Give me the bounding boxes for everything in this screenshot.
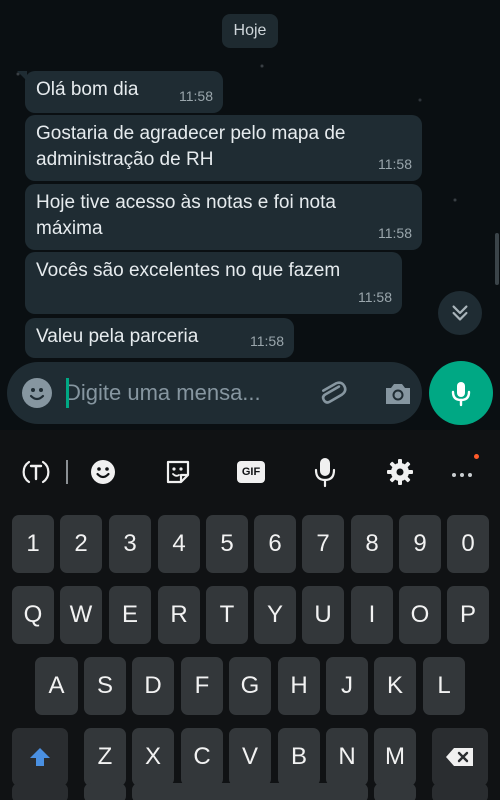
gif-button[interactable]: GIF (233, 454, 269, 490)
microphone-icon (314, 458, 336, 488)
key-5[interactable]: 5 (206, 515, 248, 573)
message-bubble[interactable]: Gostaria de agradecer pelo mapa de admin… (25, 115, 422, 181)
message-bubble[interactable]: Hoje tive acesso às notas e foi nota máx… (25, 184, 422, 250)
text-cursor (66, 378, 69, 408)
key-v[interactable]: V (229, 728, 271, 786)
key-a[interactable]: A (35, 657, 78, 715)
message-text-line: Hoje tive acesso às notas e foi nota (36, 192, 336, 213)
key-f[interactable]: F (181, 657, 223, 715)
key-8[interactable]: 8 (351, 515, 393, 573)
key-z[interactable]: Z (84, 728, 126, 786)
date-label: Hoje (233, 22, 267, 39)
key-x[interactable]: X (132, 728, 174, 786)
key-p[interactable]: P (447, 586, 489, 644)
message-text-line: Gostaria de agradecer pelo mapa de (36, 123, 346, 144)
message-time: 11:58 (378, 225, 412, 241)
toolbar-divider (66, 460, 68, 484)
key-l[interactable]: L (423, 657, 465, 715)
message-time: 11:58 (250, 333, 284, 349)
emoji-button[interactable] (22, 378, 52, 408)
chat-scrollbar[interactable] (495, 233, 499, 285)
key-r[interactable]: R (158, 586, 200, 644)
date-separator: Hoje (222, 14, 278, 48)
key-s[interactable]: S (84, 657, 126, 715)
emoji-keyboard-button[interactable] (85, 454, 121, 490)
key-e[interactable]: E (109, 586, 151, 644)
key-n[interactable]: N (326, 728, 368, 786)
message-text-line: administração de RH (36, 149, 214, 170)
message-time: 11:58 (378, 156, 412, 172)
message-text: Valeu pela parceria (36, 326, 199, 347)
key-w[interactable]: W (60, 586, 102, 644)
camera-icon (386, 384, 410, 404)
enter-key[interactable] (432, 783, 488, 800)
key-k[interactable]: K (374, 657, 416, 715)
key-y[interactable]: Y (254, 586, 296, 644)
key-g[interactable]: G (229, 657, 271, 715)
voice-message-button[interactable] (429, 361, 493, 425)
symbols-key[interactable] (12, 783, 68, 800)
shift-key[interactable] (12, 728, 68, 786)
message-bubble[interactable]: Olá bom dia 11:58 (17, 71, 223, 113)
message-text: Vocês são excelentes no que fazem (36, 260, 341, 281)
key-m[interactable]: M (374, 728, 416, 786)
sticker-icon (166, 460, 190, 484)
microphone-icon (451, 382, 471, 407)
gif-label: GIF (241, 466, 261, 478)
shift-arrow-icon (30, 748, 50, 766)
message-time: 11:58 (179, 88, 213, 104)
gear-icon (387, 459, 413, 485)
key-q[interactable]: Q (12, 586, 54, 644)
key-t[interactable]: T (206, 586, 248, 644)
keyboard-settings-button[interactable] (382, 454, 418, 490)
key-j[interactable]: J (326, 657, 368, 715)
key-3[interactable]: 3 (109, 515, 151, 573)
paperclip-icon (321, 381, 347, 404)
message-bubble[interactable]: Vocês são excelentes no que fazem 11:58 (25, 252, 402, 314)
scroll-to-bottom-button[interactable] (438, 291, 482, 335)
sticker-button[interactable] (160, 454, 196, 490)
more-options-button[interactable] (444, 454, 480, 490)
comma-key[interactable] (84, 783, 126, 800)
translate-icon (22, 460, 50, 484)
key-h[interactable]: H (278, 657, 320, 715)
keyboard-toolbar: GIF (0, 430, 500, 512)
double-chevron-down-icon (452, 305, 468, 321)
key-i[interactable]: I (351, 586, 393, 644)
key-4[interactable]: 4 (158, 515, 200, 573)
key-d[interactable]: D (132, 657, 174, 715)
key-b[interactable]: B (278, 728, 320, 786)
backspace-icon (446, 748, 473, 766)
space-key[interactable] (132, 783, 368, 800)
keyboard: G I F 1 2 3 4 5 6 7 8 9 0 Q W E R T Y U I … (0, 430, 500, 800)
camera-button[interactable] (381, 377, 415, 411)
period-key[interactable] (374, 783, 416, 800)
key-7[interactable]: 7 (302, 515, 344, 573)
message-input-placeholder: Digite uma mensa... (65, 380, 261, 405)
notification-dot (474, 454, 479, 459)
key-o[interactable]: O (399, 586, 441, 644)
key-2[interactable]: 2 (60, 515, 102, 573)
more-icon (452, 473, 472, 477)
message-text-line: máxima (36, 218, 103, 239)
message-input[interactable]: Digite uma mensa... (65, 376, 305, 410)
message-composer: Digite uma mensa... (7, 362, 422, 424)
key-c[interactable]: C (181, 728, 223, 786)
key-6[interactable]: 6 (254, 515, 296, 573)
key-0[interactable]: 0 (447, 515, 489, 573)
emoji-icon (29, 388, 45, 401)
key-9[interactable]: 9 (399, 515, 441, 573)
attach-button[interactable] (315, 376, 349, 410)
backspace-key[interactable] (432, 728, 488, 786)
voice-input-button[interactable] (307, 454, 343, 490)
message-time: 11:58 (358, 289, 392, 305)
key-1[interactable]: 1 (12, 515, 54, 573)
message-bubble[interactable]: Valeu pela parceria 11:58 (25, 318, 294, 358)
key-u[interactable]: U (302, 586, 344, 644)
emoji-icon (91, 460, 115, 484)
translate-button[interactable] (18, 454, 54, 490)
